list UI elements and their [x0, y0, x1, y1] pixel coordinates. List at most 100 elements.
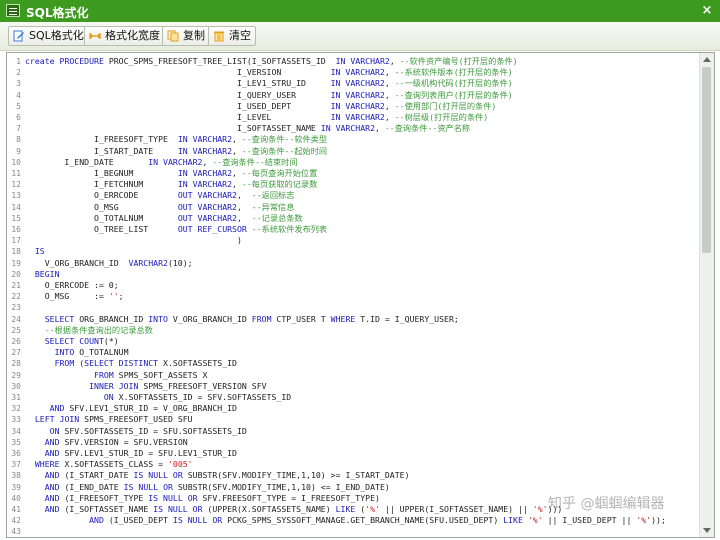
code-line[interactable]: 22 O_MSG := '';	[7, 291, 697, 302]
scroll-down-arrow-icon[interactable]	[703, 528, 711, 533]
line-number: 31	[11, 393, 21, 402]
code-text: I_END_DATE IN VARCHAR2, --查询条件--结束时间	[25, 156, 298, 167]
clear-button[interactable]: 清空	[208, 26, 256, 46]
title-bar: SQL格式化 ×	[0, 0, 720, 22]
code-line[interactable]: 19 V_ORG_BRANCH_ID VARCHAR2(10);	[7, 258, 697, 269]
line-number: 13	[11, 191, 21, 201]
code-line[interactable]: 30 INNER JOIN SPMS_FREESOFT_VERSION SFV	[7, 381, 697, 392]
code-line[interactable]: 10 I_END_DATE IN VARCHAR2, --查询条件--结束时间	[7, 157, 697, 168]
code-text: INTO O_TOTALNUM	[54, 347, 129, 358]
code-text: AND SFV.VERSION = SFU.VERSION	[44, 436, 188, 447]
line-number: 11	[11, 169, 21, 178]
code-line[interactable]: 26 SELECT COUNT(*)	[7, 336, 697, 347]
code-text: SELECT COUNT(*)	[44, 336, 119, 346]
code-line[interactable]: 14 O_MSG OUT VARCHAR2, --异常信息	[7, 202, 697, 213]
code-line[interactable]: 6 I_LEVEL IN VARCHAR2, --树层级(打开层的条件)	[7, 112, 697, 123]
line-number: 5	[16, 101, 21, 111]
code-line[interactable]: 27 INTO O_TOTALNUM	[7, 347, 697, 358]
line-number: 16	[11, 225, 21, 234]
code-text: O_MSG OUT VARCHAR2, --异常信息	[25, 201, 295, 212]
watermark: 知乎 @蝈蝈编辑器	[548, 496, 665, 512]
code-line[interactable]: 35 AND SFV.VERSION = SFU.VERSION	[7, 437, 697, 448]
code-text: O_MSG := '';	[25, 291, 124, 302]
line-number: 8	[16, 135, 21, 145]
code-line[interactable]: 4 I_QUERY_USER IN VARCHAR2, --查询列表用户(打开层…	[7, 90, 697, 101]
code-text: )	[25, 235, 242, 246]
code-line[interactable]: 43	[7, 526, 697, 537]
line-number: 20	[11, 269, 21, 279]
code-line[interactable]: 13 O_ERRCODE OUT VARCHAR2, --返回标志	[7, 190, 697, 201]
line-number: 9	[16, 146, 21, 156]
code-line[interactable]: 1 create PROCEDURE PROC_SPMS_FREESOFT_TRE…	[7, 56, 697, 67]
code-line[interactable]: 24 SELECT ORG_BRANCH_ID INTO V_ORG_BRANC…	[7, 314, 697, 325]
line-number: 14	[11, 202, 21, 212]
line-number: 43	[11, 527, 21, 537]
code-line[interactable]: 12 I_FETCHNUM IN VARCHAR2, --每页获取的记录数	[7, 179, 697, 190]
code-text: AND SFV.LEV1_STUR_ID = V_ORG_BRANCH_ID	[49, 403, 237, 414]
code-text: AND (I_START_DATE IS NULL OR SUBSTR(SFV.…	[44, 470, 410, 481]
code-text: AND (I_FREESOFT_TYPE IS NULL OR SFV.FREE…	[44, 492, 380, 503]
code-line[interactable]: 20 BEGIN	[7, 269, 697, 280]
code-line[interactable]: 7 I_SOFTASSET_NAME IN VARCHAR2, --查询条件--…	[7, 123, 697, 134]
sql-editor[interactable]: 1 create PROCEDURE PROC_SPMS_FREESOFT_TRE…	[6, 52, 715, 538]
code-line[interactable]: 5 I_USED_DEPT IN VARCHAR2, --使用部门(打开层的条件…	[7, 101, 697, 112]
code-text: AND (I_END_DATE IS NULL OR SUBSTR(SFV.MO…	[44, 481, 390, 492]
window-title: SQL格式化	[26, 6, 89, 20]
code-line[interactable]: 25 --根据条件查询出的记录总数	[7, 325, 697, 336]
code-line[interactable]: 32 AND SFV.LEV1_STUR_ID = V_ORG_BRANCH_I…	[7, 403, 697, 414]
code-line[interactable]: 36 AND SFV.LEV1_STUR_ID = SFU.LEV1_STUR_…	[7, 448, 697, 459]
line-number: 41	[11, 505, 21, 514]
code-text: --根据条件查询出的记录总数	[44, 324, 153, 335]
code-text: AND (I_SOFTASSET_NAME IS NULL OR (UPPER(…	[44, 504, 563, 514]
code-line[interactable]: 2 I_VERSION IN VARCHAR2, --系统软件版本(打开层的条件…	[7, 67, 697, 78]
code-line[interactable]: 38 AND (I_START_DATE IS NULL OR SUBSTR(S…	[7, 470, 697, 481]
line-number: 12	[11, 180, 21, 190]
scroll-up-arrow-icon[interactable]	[703, 57, 711, 62]
code-text: I_USED_DEPT IN VARCHAR2, --使用部门(打开层的条件)	[25, 100, 497, 111]
line-number: 29	[11, 370, 21, 380]
code-line[interactable]: 11 I_BEGNUM IN VARCHAR2, --每页查询开始位置	[7, 168, 697, 179]
scrollbar-thumb[interactable]	[702, 67, 711, 253]
line-number: 4	[16, 90, 21, 100]
code-line[interactable]: 37 WHERE X.SOFTASSETS_CLASS = '005'	[7, 459, 697, 470]
copy-label: 复制	[183, 29, 205, 42]
code-line[interactable]: 23	[7, 302, 697, 313]
code-line[interactable]: 39 AND (I_END_DATE IS NULL OR SUBSTR(SFV…	[7, 482, 697, 493]
code-line[interactable]: 17 )	[7, 235, 697, 246]
line-number: 6	[16, 113, 21, 122]
line-number: 18	[11, 247, 21, 257]
line-number: 32	[11, 404, 21, 414]
code-line[interactable]: 3 I_LEV1_STRU_ID IN VARCHAR2, --一级机构代码(打…	[7, 78, 697, 89]
line-number: 22	[11, 292, 21, 302]
code-text: O_TREE_LIST OUT REF_CURSOR --系统软件发布列表	[25, 224, 328, 234]
format-width-button[interactable]: 格式化宽度	[84, 26, 165, 46]
code-line[interactable]: 18 IS	[7, 246, 697, 257]
sql-format-button[interactable]: SQL格式化	[8, 26, 89, 46]
line-number: 1	[16, 57, 21, 66]
copy-button[interactable]: 复制	[162, 26, 210, 46]
line-number: 30	[11, 381, 21, 391]
edit-icon	[13, 30, 24, 42]
code-line[interactable]: 9 I_START_DATE IN VARCHAR2, --查询条件--起始时间	[7, 146, 697, 157]
line-number: 38	[11, 471, 21, 481]
close-button[interactable]: ×	[698, 3, 716, 19]
code-line[interactable]: 21 O_ERRCODE := 0;	[7, 280, 697, 291]
code-line[interactable]: 33 LEFT JOIN SPMS_FREESOFT_USED SFU	[7, 414, 697, 425]
app-icon	[6, 4, 20, 17]
code-line[interactable]: 42 AND (I_USED_DEPT IS NULL OR PCKG_SPMS…	[7, 515, 697, 526]
code-text: ON X.SOFTASSETS_ID = SFV.SOFTASSETS_ID	[103, 392, 292, 402]
code-line[interactable]: 15 O_TOTALNUM OUT VARCHAR2, --记录总条数	[7, 213, 697, 224]
code-line[interactable]: 31 ON X.SOFTASSETS_ID = SFV.SOFTASSETS_I…	[7, 392, 697, 403]
sql-format-label: SQL格式化	[29, 29, 84, 42]
line-number: 7	[16, 124, 21, 134]
line-number: 24	[11, 314, 21, 324]
code-line[interactable]: 29 FROM SPMS_SOFT_ASSETS X	[7, 370, 697, 381]
code-line[interactable]: 34 ON SFV.SOFTASSETS_ID = SFU.SOFTASSETS…	[7, 426, 697, 437]
line-number: 25	[11, 325, 21, 335]
code-line[interactable]: 16 O_TREE_LIST OUT REF_CURSOR --系统软件发布列表	[7, 224, 697, 235]
line-number: 17	[11, 236, 21, 246]
code-line[interactable]: 28 FROM (SELECT DISTINCT X.SOFTASSETS_ID	[7, 358, 697, 369]
code-text: FROM (SELECT DISTINCT X.SOFTASSETS_ID	[54, 358, 237, 369]
vertical-scrollbar[interactable]	[699, 53, 714, 537]
code-line[interactable]: 8 I_FREESOFT_TYPE IN VARCHAR2, --查询条件--软…	[7, 134, 697, 145]
